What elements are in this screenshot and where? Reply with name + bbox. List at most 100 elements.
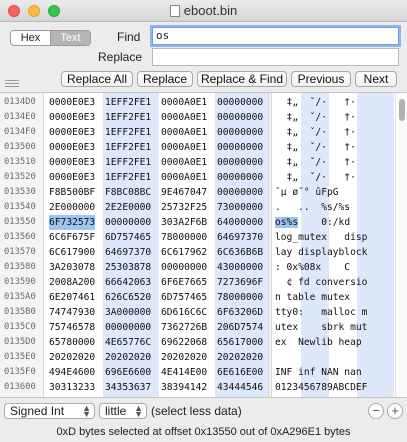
hex-row[interactable]: 3A203078 25303878 00000000 43000000	[47, 260, 268, 275]
hex-group[interactable]: 73000000	[217, 200, 263, 215]
text-row[interactable]: : 0x%08x C	[273, 260, 394, 275]
hex-group[interactable]: 1EFF2FE1	[105, 170, 151, 185]
hex-row[interactable]: 2008A200 66642063 6F6E7665 7273696F	[47, 275, 268, 290]
drag-handle-icon[interactable]	[5, 80, 19, 87]
text-row[interactable]: 0123456789ABCDEF	[273, 380, 394, 395]
hex-group[interactable]: 6C617962	[161, 245, 207, 260]
hex-group[interactable]: 626C6520	[105, 290, 151, 305]
hex-row[interactable]: 0000E0E3 1EFF2FE1 0000A0E1 00000000	[47, 170, 268, 185]
hex-group[interactable]: 0000A0E1	[161, 170, 207, 185]
text-row[interactable]: lay displayblock	[273, 245, 394, 260]
hex-group[interactable]: 2E2E0000	[105, 200, 151, 215]
hex-group[interactable]: 0000E0E3	[49, 110, 95, 125]
hex-group[interactable]: 4E414E00	[161, 365, 207, 380]
hex-group[interactable]: F8B500BF	[49, 185, 95, 200]
hex-group[interactable]: 6D757465	[161, 290, 207, 305]
hex-group[interactable]: 2008A200	[49, 275, 95, 290]
hex-row[interactable]: 6E207461 626C6520 6D757465 78000000	[47, 290, 268, 305]
hex-group[interactable]: 34353637	[105, 380, 151, 395]
text-row[interactable]: ‡„ ˇ/· †·	[273, 125, 394, 140]
hex-row[interactable]: 0000E0E3 1EFF2FE1 0000A0E1 00000000	[47, 155, 268, 170]
hex-group[interactable]: 696E6600	[105, 365, 151, 380]
hex-group[interactable]: 64697370	[217, 230, 263, 245]
hex-mode-button[interactable]: Hex	[11, 31, 51, 45]
hex-group[interactable]: 78000000	[161, 230, 207, 245]
hex-group[interactable]: 6F732573	[49, 215, 96, 230]
hex-group[interactable]: 43444546	[217, 380, 263, 395]
hex-group[interactable]: 00000000	[105, 320, 151, 335]
hex-group[interactable]: 1EFF2FE1	[105, 110, 151, 125]
text-row[interactable]: ‡„ ˇ/· †·	[273, 170, 394, 185]
text-row[interactable]: n table mutex	[273, 290, 394, 305]
hex-group[interactable]: 20202020	[49, 350, 95, 365]
hex-group[interactable]: 64000000	[217, 215, 263, 230]
find-input[interactable]: os	[152, 27, 399, 45]
hex-group[interactable]: 1EFF2FE1	[105, 155, 151, 170]
plus-icon[interactable]: +	[387, 403, 403, 419]
hex-row[interactable]: 2E000000 2E2E0000 25732F25 73000000	[47, 200, 268, 215]
hex-group[interactable]: 303A2F6B	[161, 215, 207, 230]
text-row[interactable]: os%s 0:/kd	[273, 215, 394, 230]
hex-group[interactable]: 30313233	[49, 380, 95, 395]
text-row[interactable]: ‡„ ˇ/· †·	[273, 110, 394, 125]
hex-group[interactable]: 00000000	[105, 215, 151, 230]
selected-text[interactable]: os%s	[275, 217, 299, 228]
hex-group[interactable]: 0000E0E3	[49, 125, 95, 140]
hex-group[interactable]: 6C636B6B	[217, 245, 263, 260]
hex-row[interactable]: 20202020 20202020 20202020 20202020	[47, 350, 268, 365]
hex-group[interactable]: 0000E0E3	[49, 95, 95, 110]
hex-group[interactable]: 78000000	[217, 290, 263, 305]
hex-group[interactable]: 6E616E00	[217, 365, 263, 380]
hex-group[interactable]: 1EFF2FE1	[105, 125, 151, 140]
hex-group[interactable]: 6F6E7665	[161, 275, 207, 290]
hex-group[interactable]: 0000A0E1	[161, 125, 207, 140]
hex-group[interactable]: 6C6F675F	[49, 230, 95, 245]
hex-group[interactable]: 25303878	[105, 260, 151, 275]
hex-group[interactable]: 6F63206D	[217, 305, 263, 320]
text-row[interactable]	[273, 350, 394, 365]
minus-icon[interactable]: −	[368, 403, 384, 419]
hex-group[interactable]: 0000E0E3	[49, 155, 95, 170]
scrollbar-thumb[interactable]	[399, 99, 405, 121]
hex-group[interactable]: 00000000	[217, 155, 263, 170]
hex-group[interactable]: 74747930	[49, 305, 95, 320]
hex-row[interactable]: 30313233 34353637 38394142 43444546	[47, 380, 268, 395]
hex-group[interactable]: 43000000	[217, 260, 263, 275]
hex-group[interactable]: 3A203078	[49, 260, 95, 275]
hex-row[interactable]: F8B500BF F8BC08BC 9E467047 00000000	[47, 185, 268, 200]
hex-group[interactable]: 00000000	[217, 140, 263, 155]
hex-group[interactable]: 3A000000	[105, 305, 151, 320]
hex-group[interactable]: 494E4600	[49, 365, 95, 380]
text-row[interactable]: ¢ fd conversio	[273, 275, 394, 290]
replace-and-find-button[interactable]: Replace & Find	[197, 71, 287, 87]
hex-view[interactable]: 0134D0 0134E0 0134F0 013500 013510 013520 0135…	[0, 92, 407, 398]
hex-group[interactable]: 00000000	[217, 185, 263, 200]
hex-row[interactable]: 00000000 30313233 34353637 38396162	[47, 395, 268, 397]
data-type-select[interactable]: Signed Int ▲ ▼	[4, 403, 95, 419]
hex-group[interactable]: 20202020	[105, 350, 151, 365]
vertical-scrollbar[interactable]	[395, 93, 407, 397]
hex-group[interactable]: 65780000	[49, 335, 95, 350]
text-row[interactable]: INF inf NAN nan	[273, 365, 394, 380]
hex-row[interactable]: 494E4600 696E6600 4E414E00 6E616E00	[47, 365, 268, 380]
text-remainder[interactable]: 0:/kd	[298, 217, 350, 228]
hex-row[interactable]: 75746578 00000000 7362726B 206D7574	[47, 320, 268, 335]
text-row[interactable]: log_mutex disp	[273, 230, 394, 245]
hex-group[interactable]: 00000000	[217, 95, 263, 110]
text-row[interactable]: ‡„ ˇ/· †·	[273, 140, 394, 155]
hex-group[interactable]: 1EFF2FE1	[105, 140, 151, 155]
hex-group[interactable]: 66642063	[105, 275, 151, 290]
hex-row[interactable]: 74747930 3A000000 6D616C6C 6F63206D	[47, 305, 268, 320]
hex-group[interactable]: 34353637	[161, 395, 207, 397]
hex-group[interactable]: 7273696F	[217, 275, 263, 290]
replace-all-button[interactable]: Replace All	[61, 71, 133, 87]
hex-group[interactable]: 6E207461	[49, 290, 95, 305]
hex-group[interactable]: 69622068	[161, 335, 207, 350]
text-row[interactable]: utex sbrk mut	[273, 320, 394, 335]
hex-group[interactable]: 0000A0E1	[161, 95, 207, 110]
hex-group[interactable]: 00000000	[161, 260, 207, 275]
hex-group[interactable]: 00000000	[217, 125, 263, 140]
hex-row[interactable]: 65780000 4E65776C 69622068 65617000	[47, 335, 268, 350]
text-row[interactable]: 0123456789ab	[273, 395, 394, 397]
hex-group[interactable]: 75746578	[49, 320, 95, 335]
